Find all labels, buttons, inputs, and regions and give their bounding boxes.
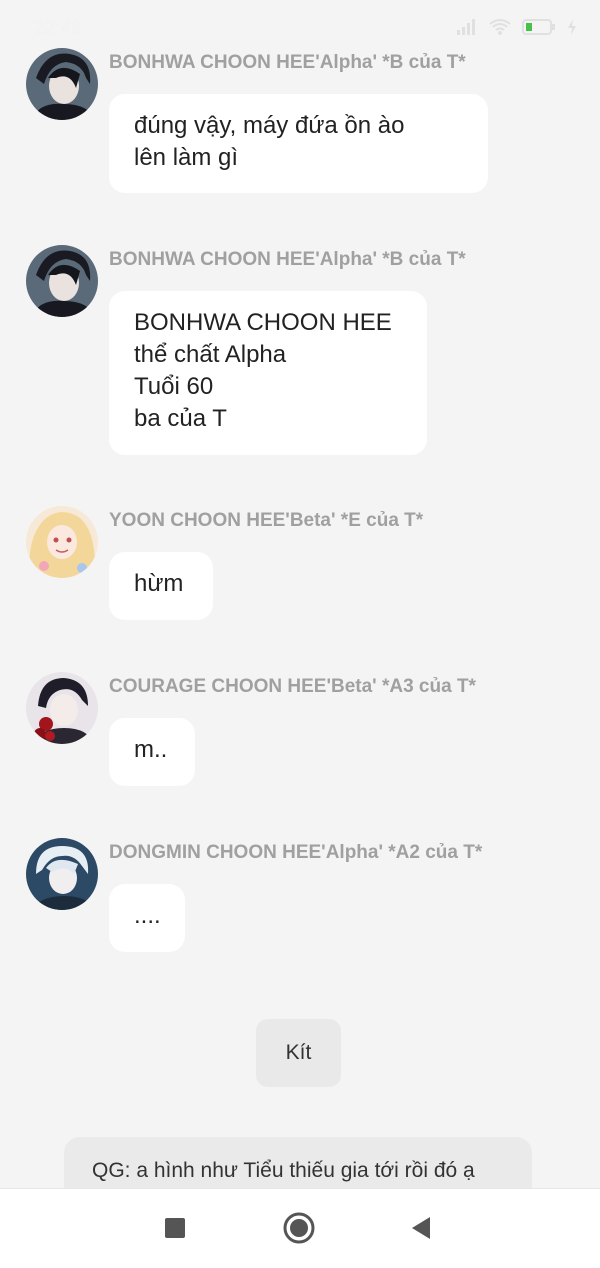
message-text: lên làm gì: [134, 144, 239, 171]
message-text: ....: [134, 902, 161, 929]
status-time: 22:48: [34, 18, 82, 39]
charging-icon: [568, 19, 576, 35]
message-text: BONHWA CHOON HEE: [134, 309, 392, 336]
message-text: hừm: [134, 570, 184, 597]
message-bubble[interactable]: BONHWA CHOON HEE thể chất Alpha Tuổi 60 …: [109, 291, 427, 455]
back-button[interactable]: [398, 1205, 444, 1251]
system-message-pill: Kít: [256, 1019, 341, 1087]
message-bubble[interactable]: ....: [109, 884, 185, 952]
signal-icon: [457, 19, 475, 35]
message-text: đúng vậy, máy đứa ồn ào: [134, 112, 405, 139]
circle-icon: [283, 1212, 315, 1244]
square-icon: [165, 1218, 185, 1238]
message-text: Tuổi 60: [134, 373, 214, 400]
recent-apps-button[interactable]: [152, 1205, 198, 1251]
dark-haired-man-avatar[interactable]: [26, 245, 98, 317]
battery-icon: [522, 19, 555, 35]
message-bubble[interactable]: m..: [109, 718, 195, 786]
back-triangle-icon: [412, 1217, 430, 1239]
system-message-text: Kít: [285, 1041, 312, 1064]
navigation-bar: [0, 1188, 600, 1268]
message-text: ba của T: [134, 405, 227, 432]
message-text: thể chất Alpha: [134, 341, 287, 368]
sender-name: DONGMIN CHOON HEE'Alpha' *A2 của T*: [109, 842, 483, 863]
sender-name: BONHWA CHOON HEE'Alpha' *B của T*: [109, 52, 466, 73]
message-bubble[interactable]: đúng vậy, máy đứa ồn ào lên làm gì: [109, 94, 488, 193]
white-haired-boy-avatar[interactable]: [26, 838, 98, 910]
message-text: m..: [134, 736, 168, 763]
narration-text: QG: a hình như Tiểu thiếu gia tới rồi đó…: [92, 1159, 475, 1182]
boy-with-roses-avatar[interactable]: [26, 672, 98, 744]
sender-name: YOON CHOON HEE'Beta' *E của T*: [109, 510, 424, 531]
status-bar: 22:48: [0, 0, 600, 58]
status-icons: [456, 18, 578, 36]
home-button[interactable]: [276, 1205, 322, 1251]
blonde-girl-avatar[interactable]: [26, 506, 98, 578]
wifi-icon: [489, 19, 511, 35]
sender-name: COURAGE CHOON HEE'Beta' *A3 của T*: [109, 676, 476, 697]
message-bubble[interactable]: hừm: [109, 552, 213, 620]
sender-name: BONHWA CHOON HEE'Alpha' *B của T*: [109, 249, 466, 270]
dark-haired-man-avatar[interactable]: [26, 48, 98, 120]
